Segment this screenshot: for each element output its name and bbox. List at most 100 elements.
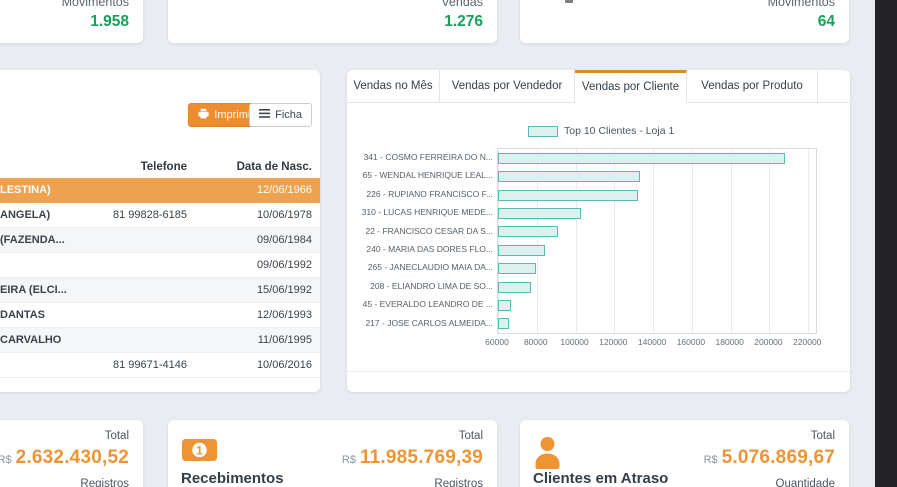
stat-label: Vendas	[441, 0, 483, 11]
clients-panel: Imprimir Ficha Telefone Data de Nasc. LE…	[0, 70, 320, 392]
tab-vendas-no-mes[interactable]: Vendas no Mês	[347, 70, 440, 103]
summary-card-clientes-atraso: Clientes em Atraso Total R$5.076.869,67 …	[520, 420, 849, 487]
x-tick-label: 80000	[524, 337, 548, 347]
cell-name: (FAZENDA...	[0, 234, 72, 246]
card-title: Clientes em Atraso	[533, 470, 668, 487]
category-label: 226 - RUPIANO FRANCISCO F...	[347, 185, 493, 203]
gridline	[692, 149, 693, 333]
table-row[interactable]: 81 99671-414610/06/2016	[0, 353, 320, 378]
bar	[498, 263, 536, 274]
col-telefone: Telefone	[72, 161, 187, 173]
cell-phone: 81 99671-4146	[72, 359, 187, 371]
cell-date: 11/06/1995	[187, 334, 320, 346]
cell-name: CARVALHO	[0, 334, 72, 346]
cell-phone: 81 99828-6185	[72, 209, 187, 221]
table-row[interactable]: 09/06/1992	[0, 253, 320, 278]
sub-label: Registros	[342, 478, 483, 487]
total-value: 11.985.769,39	[360, 447, 483, 468]
cell-date: 12/06/1966	[187, 184, 320, 196]
stat-value: 64	[818, 11, 835, 32]
x-tick-label: 160000	[677, 337, 705, 347]
bar	[498, 226, 558, 237]
list-icon	[259, 109, 270, 121]
table-row[interactable]: (FAZENDA...09/06/1984	[0, 228, 320, 253]
bar	[498, 153, 785, 164]
tabstrip-filler	[818, 70, 850, 103]
table-header: Telefone Data de Nasc.	[0, 155, 320, 178]
tab-vendas-por-cliente[interactable]: Vendas por Cliente	[575, 70, 687, 103]
stat-card-vendas: Vendas 1.276	[168, 0, 497, 43]
cell-name: EIRA (ELCI...	[0, 284, 72, 296]
x-tick-label: 140000	[638, 337, 666, 347]
collapsed-sidebar-rail	[875, 0, 897, 487]
currency-prefix: R$	[0, 454, 12, 466]
category-label: 65 - WENDAL HENRIQUE LEAL...	[347, 166, 493, 184]
category-label: 208 - ELIANDRO LIMA DE SO...	[347, 277, 493, 295]
bar	[498, 282, 531, 293]
total-label: Total	[704, 429, 835, 443]
table-row[interactable]: ANGELA)81 99828-618510/06/1978	[0, 203, 320, 228]
clipped-icon-fragment	[565, 0, 573, 3]
cell-date: 15/06/1992	[187, 284, 320, 296]
gridline	[808, 149, 809, 333]
cell-date: 10/06/1978	[187, 209, 320, 221]
category-label: 310 - LUCAS HENRIQUE MEDE...	[347, 203, 493, 221]
cell-date: 09/06/1992	[187, 259, 320, 271]
chart-plot	[497, 148, 817, 334]
panel-divider	[347, 371, 850, 372]
cell-date: 12/06/1993	[187, 309, 320, 321]
stat-value: 1.958	[90, 11, 129, 32]
total-label: Total	[0, 429, 129, 443]
gridline	[769, 149, 770, 333]
summary-card-left: Total R$ 2.632.430,52 Registros	[0, 420, 143, 487]
print-button-label: Imprimir	[214, 109, 254, 121]
dashboard: Movimentos 1.958 Vendas 1.276 Movimentos…	[0, 0, 897, 487]
cell-date: 10/06/2016	[187, 359, 320, 371]
x-tick-label: 100000	[560, 337, 588, 347]
table-row[interactable]: CARVALHO 11/06/1995	[0, 328, 320, 353]
cell-name: ANGELA)	[0, 209, 72, 221]
category-label: 217 - JOSE CARLOS ALMEIDA...	[347, 314, 493, 332]
total-value: 2.632.430,52	[16, 447, 129, 468]
total-value: 5.076.869,67	[722, 447, 835, 468]
x-tick-label: 200000	[754, 337, 782, 347]
currency-prefix: R$	[342, 454, 356, 466]
sales-tabs: Vendas no Mês Vendas por Vendedor Vendas…	[347, 70, 850, 103]
ficha-button[interactable]: Ficha	[249, 103, 312, 127]
tab-vendas-por-vendedor[interactable]: Vendas por Vendedor	[440, 70, 575, 103]
gridline	[653, 149, 654, 333]
table-row[interactable]: LESTINA)12/06/1966	[0, 178, 320, 203]
stat-label: Movimentos	[768, 0, 835, 11]
user-icon	[533, 436, 562, 474]
category-label: 45 - EVERALDO LEANDRO DE ...	[347, 295, 493, 313]
chart-legend[interactable]: Top 10 Clientes - Loja 1	[528, 125, 674, 137]
gridline	[731, 149, 732, 333]
table-row[interactable]: EIRA (ELCI... 15/06/1992	[0, 278, 320, 303]
category-label: 265 - JANECLAUDIO MAIA DA...	[347, 258, 493, 276]
stat-label: Movimentos	[62, 0, 129, 11]
bar	[498, 245, 545, 256]
category-label: 22 - FRANCISCO CESAR DA S...	[347, 222, 493, 240]
x-tick-label: 60000	[485, 337, 509, 347]
sales-panel: Vendas no Mês Vendas por Vendedor Vendas…	[347, 70, 850, 392]
col-nascimento: Data de Nasc.	[187, 161, 320, 173]
bar	[498, 300, 511, 311]
svg-text:1: 1	[196, 443, 203, 457]
clients-table-body: LESTINA)12/06/1966ANGELA)81 99828-618510…	[0, 178, 320, 378]
currency-prefix: R$	[704, 454, 718, 466]
category-label: 341 - COSMO FERREIRA DO N...	[347, 148, 493, 166]
category-label: 240 - MARIA DAS DORES FLO...	[347, 240, 493, 258]
sub-label: Registros	[0, 478, 129, 487]
ficha-button-label: Ficha	[275, 109, 302, 121]
sub-label: Quantidade	[704, 478, 835, 487]
table-row[interactable]: DANTAS12/06/1993	[0, 303, 320, 328]
bar	[498, 190, 638, 201]
stat-value: 1.276	[444, 11, 483, 32]
bar	[498, 208, 581, 219]
card-title: Recebimentos	[181, 470, 284, 487]
printer-icon	[198, 108, 209, 122]
tab-vendas-por-produto[interactable]: Vendas por Produto	[687, 70, 818, 103]
bar	[498, 318, 509, 329]
x-tick-label: 180000	[715, 337, 743, 347]
total-label: Total	[342, 429, 483, 443]
